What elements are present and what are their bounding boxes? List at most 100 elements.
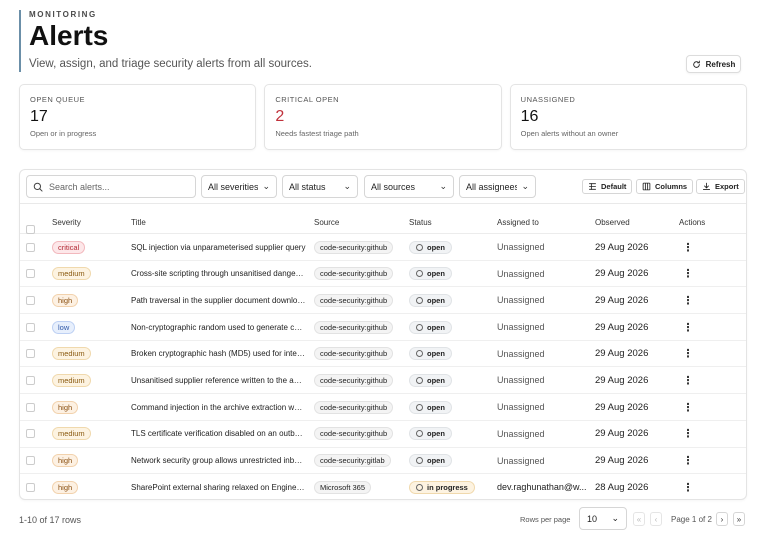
title-cell[interactable]: Network security group allows unrestrict… <box>131 448 306 474</box>
row-checkbox[interactable] <box>26 314 35 340</box>
row-actions-button[interactable]: ⋮ <box>682 448 694 474</box>
row-actions-button[interactable]: ⋮ <box>682 261 694 287</box>
row-actions-button[interactable]: ⋮ <box>682 234 694 260</box>
source-cell: code-security:github <box>314 287 394 313</box>
prev-page-button[interactable]: ‹ <box>650 512 662 526</box>
source-badge: code-security:gitlab <box>314 454 391 467</box>
observed-cell: 29 Aug 2026 <box>595 448 648 474</box>
row-checkbox[interactable] <box>26 261 35 287</box>
source-cell: code-security:github <box>314 314 394 340</box>
observed-date: 29 Aug 2026 <box>595 241 649 253</box>
assignee: Unassigned <box>497 268 545 279</box>
source-cell: code-security:github <box>314 394 394 420</box>
row-checkbox[interactable] <box>26 341 35 367</box>
row-actions-button[interactable]: ⋮ <box>682 394 694 420</box>
status-cell: open <box>409 341 452 367</box>
status-filter[interactable]: All status ⌄ <box>282 175 358 198</box>
title-cell[interactable]: TLS certificate verification disabled on… <box>131 421 306 447</box>
alert-title[interactable]: TLS certificate verification disabled on… <box>131 429 306 438</box>
export-button[interactable]: Export <box>696 179 745 194</box>
alert-title[interactable]: Command injection in the archive extract… <box>131 403 306 412</box>
table-row[interactable]: high Network security group allows unres… <box>20 448 746 475</box>
title-cell[interactable]: Path traversal in the supplier document … <box>131 287 306 313</box>
row-checkbox[interactable] <box>26 421 35 447</box>
title-cell[interactable]: SQL injection via unparameterised suppli… <box>131 234 306 260</box>
table-row[interactable]: medium Unsanitised supplier reference wr… <box>20 367 746 395</box>
default-view-button[interactable]: Default <box>582 179 633 194</box>
observed-cell: 28 Aug 2026 <box>595 474 648 500</box>
alert-title[interactable]: SharePoint external sharing relaxed on E… <box>131 483 306 492</box>
row-actions-button[interactable]: ⋮ <box>682 341 694 367</box>
title-cell[interactable]: Command injection in the archive extract… <box>131 394 306 420</box>
title-cell[interactable]: Non-cryptographic random used to generat… <box>131 314 306 340</box>
alert-title[interactable]: Non-cryptographic random used to generat… <box>131 323 306 332</box>
rows-per-page-value: 10 <box>587 513 598 524</box>
table-footer: 1-10 of 17 rows Rows per page 10 ⌄ « ‹ P… <box>19 506 747 532</box>
severity-badge: high <box>52 400 79 414</box>
last-page-button[interactable]: » <box>733 512 745 526</box>
row-actions-button[interactable]: ⋮ <box>682 287 694 313</box>
severity-badge: high <box>52 454 79 467</box>
column-header-assigned[interactable]: Assigned to <box>497 218 539 227</box>
title-cell[interactable]: Cross-site scripting through unsanitised… <box>131 261 306 287</box>
row-checkbox[interactable] <box>26 234 35 260</box>
assignee-filter[interactable]: All assignees ⌄ <box>459 175 536 198</box>
sources-filter[interactable]: All sources ⌄ <box>364 175 454 198</box>
severity-cell: critical <box>52 234 86 260</box>
kebab-icon: ⋮ <box>682 268 694 281</box>
table-row[interactable]: medium Broken cryptographic hash (MD5) u… <box>20 341 746 368</box>
status-circle-icon <box>416 483 423 491</box>
row-actions-button[interactable]: ⋮ <box>682 474 694 500</box>
status-badge: open <box>409 454 452 467</box>
next-page-button[interactable]: › <box>716 512 728 526</box>
first-page-button[interactable]: « <box>633 512 645 526</box>
source-cell: code-security:github <box>314 367 394 393</box>
row-checkbox[interactable] <box>26 394 35 420</box>
severity-cell: medium <box>52 421 91 447</box>
row-actions-button[interactable]: ⋮ <box>682 314 694 340</box>
row-actions-button[interactable]: ⋮ <box>682 421 694 447</box>
column-header-title[interactable]: Title <box>131 218 146 227</box>
column-header-source[interactable]: Source <box>314 218 339 227</box>
column-header-observed[interactable]: Observed <box>595 218 630 227</box>
severity-filter[interactable]: All severities ⌄ <box>201 175 277 198</box>
title-cell[interactable]: Broken cryptographic hash (MD5) used for… <box>131 341 306 367</box>
column-header-status[interactable]: Status <box>409 218 432 227</box>
status-cell: open <box>409 421 452 447</box>
alert-title[interactable]: SQL injection via unparameterised suppli… <box>131 243 306 252</box>
alert-title[interactable]: Unsanitised supplier reference written t… <box>131 376 306 385</box>
row-checkbox[interactable] <box>26 367 35 393</box>
source-cell: code-security:github <box>314 234 394 260</box>
default-view-label: Default <box>601 182 627 191</box>
row-actions-button[interactable]: ⋮ <box>682 367 694 393</box>
alert-title[interactable]: Cross-site scripting through unsanitised… <box>131 269 306 278</box>
alert-title[interactable]: Network security group allows unrestrict… <box>131 456 306 465</box>
search-box[interactable] <box>26 175 196 198</box>
row-checkbox[interactable] <box>26 287 35 313</box>
row-checkbox[interactable] <box>26 448 35 474</box>
rows-per-page-select[interactable]: 10 ⌄ <box>579 507 627 530</box>
alert-title[interactable]: Broken cryptographic hash (MD5) used for… <box>131 349 306 358</box>
source-badge: Microsoft 365 <box>314 480 372 494</box>
table-row[interactable]: high Command injection in the archive ex… <box>20 394 746 421</box>
table-row[interactable]: low Non-cryptographic random used to gen… <box>20 314 746 341</box>
source-cell: code-security:gitlab <box>314 448 391 474</box>
observed-date: 29 Aug 2026 <box>595 294 649 306</box>
table-row[interactable]: medium Cross-site scripting through unsa… <box>20 261 746 288</box>
table-row[interactable]: medium TLS certificate verification disa… <box>20 421 746 448</box>
table-row[interactable]: high Path traversal in the supplier docu… <box>20 287 746 315</box>
alert-title[interactable]: Path traversal in the supplier document … <box>131 296 306 305</box>
table-row[interactable]: high SharePoint external sharing relaxed… <box>20 474 746 501</box>
columns-button[interactable]: Columns <box>636 179 694 194</box>
observed-date: 29 Aug 2026 <box>595 428 649 440</box>
refresh-button[interactable]: Refresh <box>686 55 741 73</box>
row-checkbox[interactable] <box>26 474 35 500</box>
search-input[interactable] <box>49 181 179 192</box>
observed-cell: 29 Aug 2026 <box>595 341 648 367</box>
column-header-severity[interactable]: Severity <box>52 218 81 227</box>
table-row[interactable]: critical SQL injection via unparameteris… <box>20 234 746 261</box>
severity-badge: medium <box>52 347 91 361</box>
stat-label: CRITICAL OPEN <box>275 95 340 104</box>
title-cell[interactable]: Unsanitised supplier reference written t… <box>131 367 306 393</box>
title-cell[interactable]: SharePoint external sharing relaxed on E… <box>131 474 306 500</box>
